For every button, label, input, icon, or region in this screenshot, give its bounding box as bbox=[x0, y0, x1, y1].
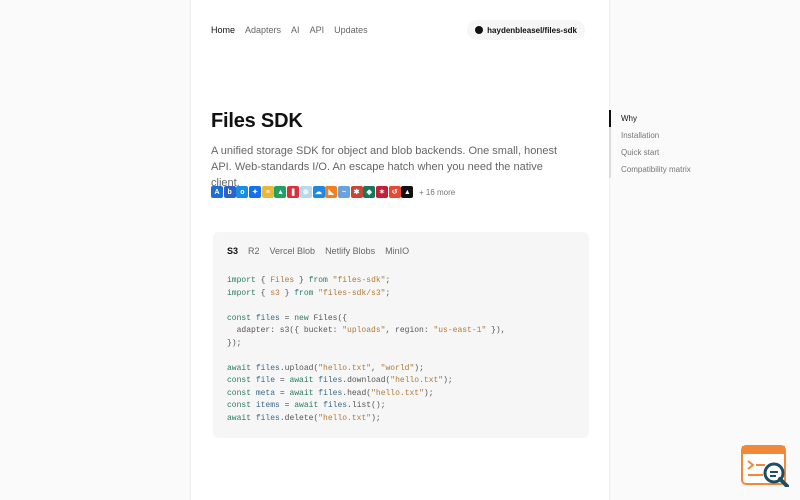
page-lead: A unified storage SDK for object and blo… bbox=[211, 145, 558, 189]
tab-r2[interactable]: R2 bbox=[248, 246, 260, 256]
nav-api[interactable]: API bbox=[310, 25, 325, 35]
tab-netlify-blobs[interactable]: Netlify Blobs bbox=[325, 246, 375, 256]
wasabi-icon: ↺ bbox=[388, 186, 401, 198]
toc-installation[interactable]: Installation bbox=[611, 127, 691, 144]
onedrive-icon: ~ bbox=[337, 186, 350, 198]
search-code-icon[interactable] bbox=[741, 445, 789, 487]
firebase-icon: ❚ bbox=[287, 186, 300, 198]
code-example-card: S3 R2 Vercel Blob Netlify Blobs MinIO im… bbox=[213, 232, 589, 438]
toc-quick-start[interactable]: Quick start bbox=[611, 144, 691, 161]
cloud-icon: ☁ bbox=[312, 186, 325, 198]
page-title: Files SDK bbox=[211, 110, 303, 132]
box-icon: o bbox=[236, 186, 249, 198]
nav-updates[interactable]: Updates bbox=[334, 25, 368, 35]
nav-home[interactable]: Home bbox=[211, 25, 235, 35]
backblaze-icon: b bbox=[223, 186, 236, 198]
google-drive-icon: ▲ bbox=[274, 186, 287, 198]
code-block: import { Files } from "files-sdk"; impor… bbox=[227, 276, 506, 423]
main-column: Home Adapters AI API Updates haydenbleas… bbox=[190, 0, 610, 500]
more-adapters-label: + 16 more bbox=[419, 187, 456, 197]
azure-icon: A bbox=[211, 186, 223, 198]
adapter-icons: Ab o ✦ ≡ ▲ ❚ ⊛ ☁ ◣ ~ ✱ ◆ ✶ ↺ ▲ + 16 more bbox=[211, 186, 455, 198]
cloudflare-icon: ◣ bbox=[325, 186, 338, 198]
gcs-icon: ⊛ bbox=[299, 186, 312, 198]
oracle-icon: ✱ bbox=[350, 186, 363, 198]
github-repo-link[interactable]: haydenbleasel/files-sdk bbox=[467, 20, 585, 40]
toc-why[interactable]: Why bbox=[609, 110, 691, 127]
page: Home Adapters AI API Updates haydenbleas… bbox=[0, 0, 800, 500]
nav-ai[interactable]: AI bbox=[291, 25, 300, 35]
files-icon: ≡ bbox=[261, 186, 274, 198]
github-icon bbox=[475, 26, 484, 34]
nav-adapters[interactable]: Adapters bbox=[245, 25, 281, 35]
minio-icon: ◆ bbox=[363, 186, 376, 198]
netlify-icon: ✶ bbox=[375, 186, 388, 198]
tab-vercel-blob[interactable]: Vercel Blob bbox=[270, 246, 316, 256]
toc-compatibility-matrix[interactable]: Compatibility matrix bbox=[611, 161, 691, 178]
github-repo-label: haydenbleasel/files-sdk bbox=[487, 25, 577, 35]
tab-s3[interactable]: S3 bbox=[227, 246, 238, 256]
tab-minio[interactable]: MinIO bbox=[385, 246, 409, 256]
vercel-icon: ▲ bbox=[401, 186, 414, 198]
top-nav: Home Adapters AI API Updates bbox=[211, 25, 368, 35]
dropbox-icon: ✦ bbox=[249, 186, 262, 198]
table-of-contents: Why Installation Quick start Compatibili… bbox=[609, 110, 691, 178]
code-tabs: S3 R2 Vercel Blob Netlify Blobs MinIO bbox=[227, 246, 409, 256]
